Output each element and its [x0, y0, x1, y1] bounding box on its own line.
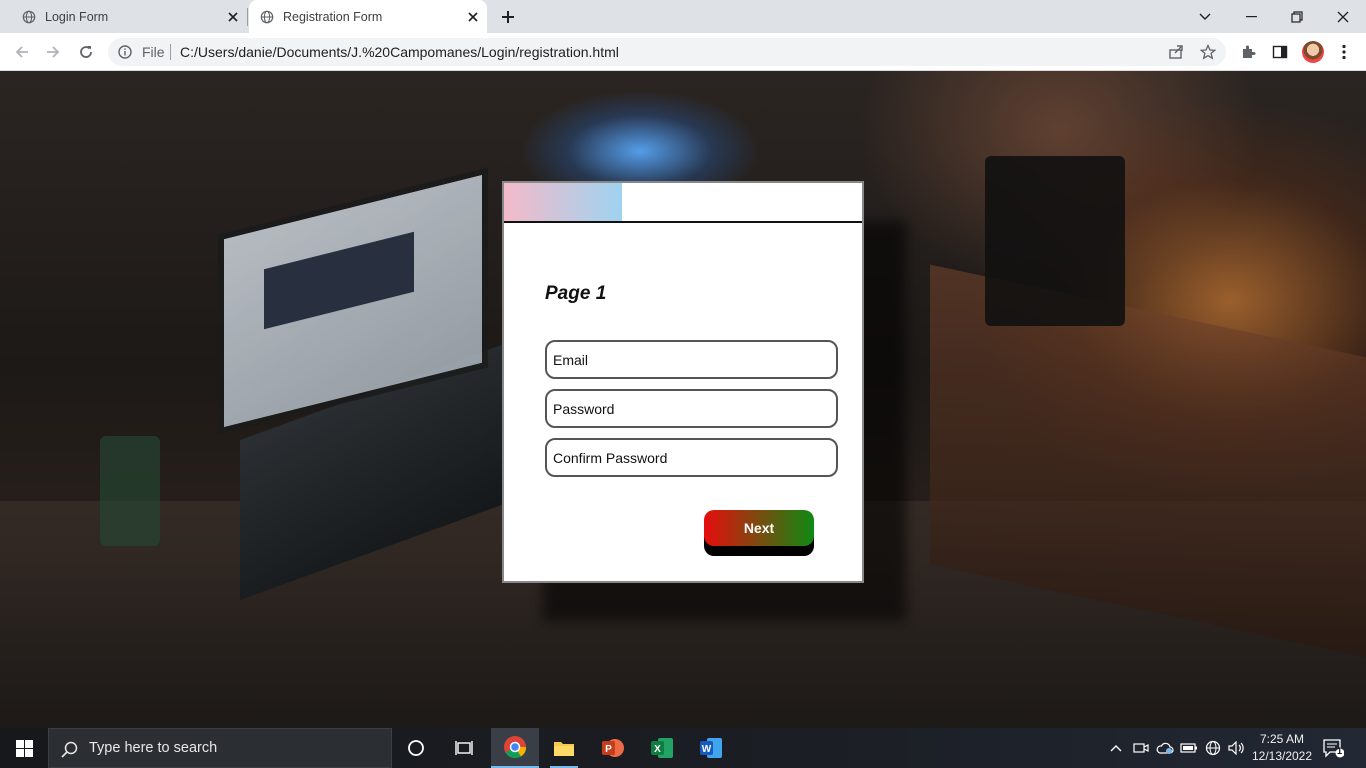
battery-icon[interactable] — [1179, 738, 1199, 758]
network-globe-icon[interactable] — [1203, 738, 1223, 758]
action-center-button[interactable]: 1 — [1322, 738, 1345, 758]
back-button[interactable] — [8, 38, 36, 66]
restore-icon — [1291, 10, 1303, 23]
page-title: Page 1 — [545, 283, 607, 304]
close-tab-icon[interactable] — [465, 9, 481, 25]
taskbar-excel[interactable]: X — [638, 728, 686, 768]
svg-text:X: X — [654, 744, 661, 755]
clock-date: 12/13/2022 — [1251, 749, 1313, 763]
registration-card: Page 1 Next — [502, 181, 864, 583]
address-bar[interactable]: File C:/Users/danie/Documents/J.%20Campo… — [108, 38, 1226, 66]
taskbar-search[interactable]: Type here to search — [48, 728, 392, 768]
search-icon — [61, 741, 78, 758]
taskbar-chrome[interactable] — [491, 728, 539, 768]
chevron-down-icon — [1199, 13, 1211, 20]
scheme-label: File — [142, 44, 165, 60]
onedrive-sync-icon[interactable] — [1155, 738, 1175, 758]
tab-strip: Login Form Registration Form — [0, 0, 1366, 33]
arrow-right-icon — [47, 46, 60, 58]
mug — [100, 436, 160, 546]
progress-fill — [504, 183, 623, 221]
next-button[interactable]: Next — [704, 510, 814, 546]
extensions-icon[interactable] — [1238, 42, 1258, 62]
reload-button[interactable] — [72, 38, 100, 66]
address-divider — [170, 44, 171, 60]
globe-icon — [260, 10, 274, 23]
search-placeholder: Type here to search — [89, 740, 218, 756]
task-view-icon — [455, 741, 473, 755]
url-text[interactable]: C:/Users/danie/Documents/J.%20Campomanes… — [180, 44, 619, 60]
browser-toolbar: File C:/Users/danie/Documents/J.%20Campo… — [0, 33, 1366, 71]
profile-avatar[interactable] — [1302, 41, 1324, 63]
email-field[interactable] — [545, 340, 838, 379]
show-hidden-icons-button[interactable] — [1106, 738, 1126, 758]
tab-title: Login Form — [45, 9, 109, 24]
menu-kebab-icon[interactable] — [1334, 42, 1354, 62]
plus-icon — [502, 11, 514, 23]
chevron-up-icon — [1110, 745, 1122, 752]
taskbar-powerpoint[interactable]: P — [589, 728, 637, 768]
tab-divider — [247, 8, 248, 26]
side-panel-icon[interactable] — [1270, 42, 1290, 62]
progress-bar — [504, 183, 862, 223]
clock-time: 7:25 AM — [1259, 732, 1305, 746]
taskbar-file-explorer[interactable] — [540, 728, 588, 768]
tab-title: Registration Form — [283, 9, 383, 24]
speaker — [985, 156, 1125, 326]
minimize-icon — [1245, 15, 1257, 17]
globe-icon — [22, 10, 36, 23]
svg-text:P: P — [605, 744, 612, 755]
meet-now-icon[interactable] — [1131, 738, 1151, 758]
start-button[interactable] — [0, 728, 48, 768]
cortana-icon — [408, 740, 424, 756]
notification-count: 1 — [1337, 746, 1343, 756]
close-icon — [1337, 11, 1349, 22]
laptop-banner — [264, 231, 414, 330]
password-field[interactable] — [545, 389, 838, 428]
share-icon[interactable] — [1168, 44, 1184, 60]
restore-button[interactable] — [1274, 0, 1320, 33]
close-window-button[interactable] — [1320, 0, 1366, 33]
taskbar-word[interactable]: W — [687, 728, 735, 768]
chrome-icon — [504, 736, 527, 759]
excel-icon: X — [651, 738, 673, 758]
volume-icon[interactable] — [1227, 738, 1247, 758]
info-icon[interactable] — [118, 45, 132, 59]
arrow-left-icon — [15, 46, 28, 58]
cortana-button[interactable] — [392, 728, 440, 768]
svg-text:W: W — [702, 744, 712, 755]
taskbar-clock[interactable]: 7:25 AM 12/13/2022 — [1250, 731, 1314, 765]
file-explorer-icon — [554, 742, 574, 756]
reload-icon — [80, 46, 92, 58]
windows-logo-icon — [15, 739, 33, 757]
powerpoint-icon: P — [602, 739, 624, 757]
close-tab-icon[interactable] — [225, 9, 241, 25]
task-view-button[interactable] — [440, 728, 488, 768]
taskbar: Type here to search P X W 7:25 AM 12/13/ — [0, 728, 1366, 768]
tab-registration-form[interactable]: Registration Form — [249, 0, 487, 33]
new-tab-button[interactable] — [494, 4, 522, 30]
bookmark-star-icon[interactable] — [1200, 44, 1216, 60]
word-icon: W — [700, 738, 722, 758]
next-button-wrap: Next — [704, 510, 814, 556]
tab-login-form[interactable]: Login Form — [0, 0, 247, 33]
minimize-button[interactable] — [1228, 0, 1274, 33]
confirm-password-field[interactable] — [545, 438, 838, 477]
page-viewport: Page 1 Next — [0, 71, 1366, 728]
tab-search-button[interactable] — [1182, 0, 1228, 33]
forward-button[interactable] — [39, 38, 67, 66]
